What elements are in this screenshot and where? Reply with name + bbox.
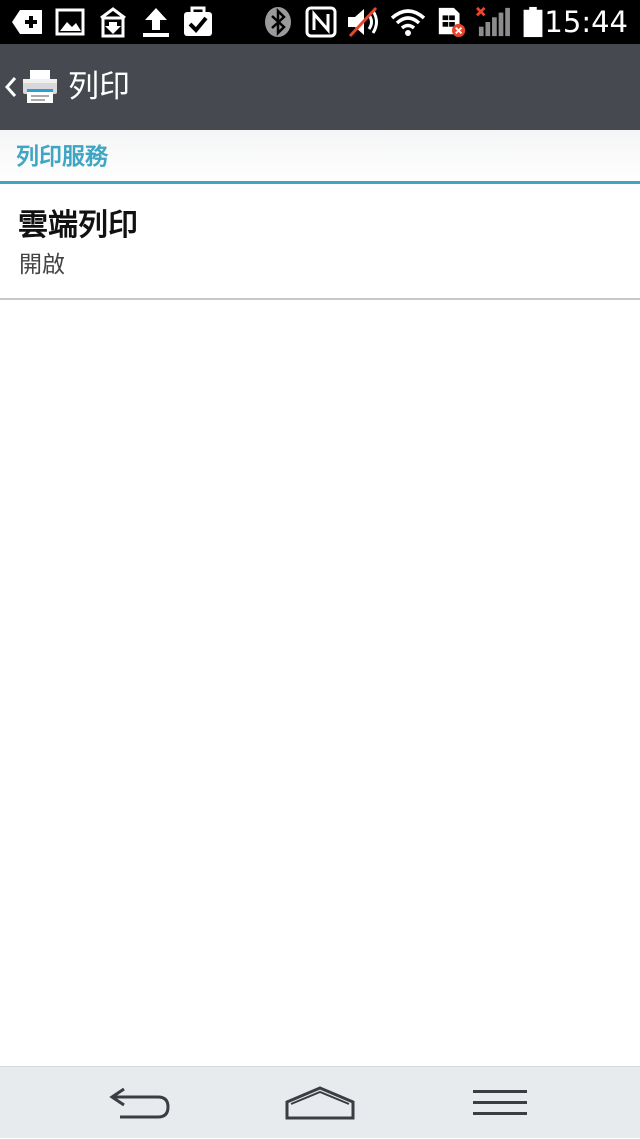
list-divider (0, 298, 640, 300)
task-done-icon (184, 6, 212, 36)
section-header: 列印服務 (0, 130, 640, 184)
nfc-icon (305, 6, 337, 38)
list-item-title: 雲端列印 (18, 208, 138, 243)
up-navigation-button[interactable]: 列印 (0, 44, 240, 130)
battery-icon (523, 6, 543, 38)
add-icon (12, 10, 42, 34)
bluetooth-icon (265, 7, 291, 37)
menu-button[interactable] (420, 1067, 580, 1139)
home-button[interactable] (240, 1067, 400, 1139)
action-bar: 列印 (0, 44, 640, 130)
list-item-summary: 開啟 (19, 252, 65, 278)
back-button[interactable] (60, 1067, 220, 1139)
signal-icon (476, 6, 510, 37)
section-title: 列印服務 (16, 144, 108, 170)
sim-error-icon (438, 7, 466, 38)
status-bar: 15:44 (0, 0, 640, 44)
list-item-cloud-print[interactable]: 雲端列印 開啟 (0, 184, 640, 299)
chevron-left-icon (4, 77, 17, 97)
navigation-bar (0, 1066, 640, 1138)
printer-icon (23, 70, 57, 103)
upload-icon (143, 8, 169, 37)
clock: 15:44 (544, 5, 628, 39)
gallery-icon (55, 8, 85, 36)
menu-icon (473, 1090, 527, 1115)
home-icon (285, 1086, 355, 1120)
wifi-icon (390, 9, 426, 36)
back-icon (109, 1087, 170, 1119)
download-icon (100, 7, 126, 38)
mute-icon (348, 6, 378, 38)
page-title: 列印 (68, 69, 130, 105)
